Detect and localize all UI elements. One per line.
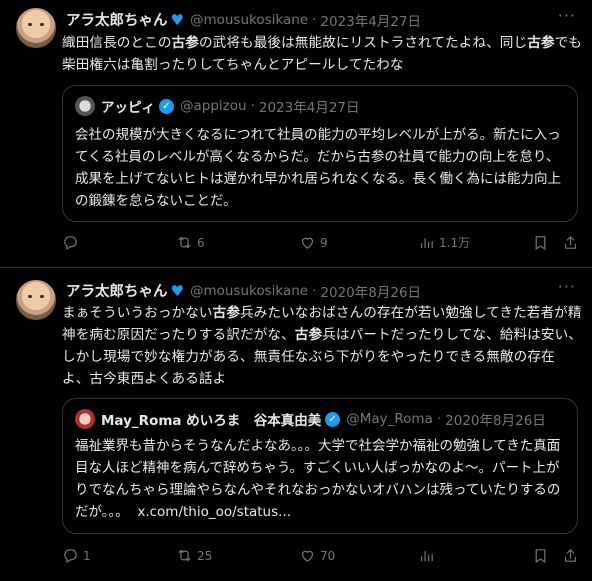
avatar[interactable] — [16, 280, 56, 320]
retweet-button[interactable]: 25 — [176, 547, 212, 564]
like-icon — [301, 237, 314, 249]
highlight-term: 古参 — [527, 35, 555, 51]
highlight-term: 古参 — [294, 327, 323, 343]
quote-author-name: アッピィ — [101, 100, 155, 116]
author-handle[interactable]: @mousukosikane — [190, 283, 308, 299]
retweet-icon — [178, 236, 191, 249]
avatar[interactable] — [16, 8, 56, 48]
verified-icon: ✓ — [159, 98, 174, 114]
separator-dot: · — [312, 282, 317, 299]
quoted-tweet[interactable]: May_Roma めいろま 谷本真由美 ✓ @May_Roma · 2020年8… — [62, 398, 578, 534]
bookmark-icon — [535, 549, 546, 564]
tweet[interactable]: アラ太郎ちゃん ♥ @mousukosikane · 2020年8月26日 ··… — [0, 268, 592, 581]
view-count: 1.1万 — [439, 236, 471, 250]
author-handle[interactable]: @mousukosikane — [190, 12, 308, 28]
bookmark-button[interactable] — [532, 234, 549, 251]
author-name[interactable]: アラ太郎ちゃん — [66, 280, 168, 301]
views-icon — [420, 238, 433, 249]
separator-dot: · — [250, 98, 255, 114]
reply-count: 1 — [83, 548, 91, 563]
quote-date: 2023年4月27日 — [258, 100, 360, 116]
text-segment: の武将も最後は無能故にリストラされてたよね、同じ — [198, 35, 528, 51]
quote-author-handle: @appizou — [180, 98, 247, 114]
views-icon — [420, 551, 433, 562]
avatar-eye — [28, 295, 32, 298]
reply-button[interactable]: 1 — [62, 547, 91, 564]
more-options-icon[interactable]: ··· — [558, 277, 576, 296]
bookmark-icon — [535, 236, 546, 251]
share-icon — [564, 235, 577, 249]
heart-icon: ♥ — [170, 10, 184, 29]
bookmark-button[interactable] — [532, 547, 549, 564]
share-icon — [564, 548, 577, 562]
heart-icon: ♥ — [170, 281, 184, 300]
retweet-button[interactable]: 6 — [176, 234, 205, 251]
reply-icon — [64, 236, 77, 250]
retweet-count: 6 — [197, 235, 205, 250]
like-icon — [301, 550, 314, 562]
views-button[interactable] — [418, 547, 439, 564]
tweet-text: まぁそういうおっかない古参兵みたいなおばさんの存在が若い勉強してきた若者が精神を… — [62, 302, 582, 390]
like-count: 9 — [320, 235, 328, 250]
quote-text: 会社の規模が大きくなるにつれて社員の能力の平均レベルが上がる。新たに入ってくる社… — [75, 127, 561, 209]
like-count: 70 — [320, 548, 336, 563]
quoted-tweet[interactable]: アッピィ ✓ @appizou · 2023年4月27日 会社の規模が大きくなる… — [62, 85, 578, 222]
tweet-header: アラ太郎ちゃん ♥ @mousukosikane · 2023年4月27日 — [66, 9, 421, 30]
tweet-date[interactable]: 2020年8月26日 — [320, 281, 421, 301]
avatar-eye — [40, 23, 44, 26]
quote-avatar — [75, 96, 95, 116]
quote-author-name: May_Roma めいろま 谷本真由美 — [101, 413, 322, 429]
separator-dot: · — [436, 411, 442, 427]
reply-button[interactable] — [62, 234, 83, 251]
tweet[interactable]: アラ太郎ちゃん ♥ @mousukosikane · 2023年4月27日 ··… — [0, 0, 592, 268]
retweet-count: 25 — [197, 548, 213, 563]
like-button[interactable]: 9 — [299, 234, 328, 251]
highlight-term: 古参 — [171, 35, 199, 51]
avatar-eye — [40, 295, 44, 298]
tweet-text: 織田信長のとこの古参の武将も最後は無能故にリストラされてたよね、同じ古参でも柴田… — [62, 32, 582, 76]
author-name[interactable]: アラ太郎ちゃん — [66, 9, 168, 30]
quote-header: アッピィ ✓ @appizou · 2023年4月27日 — [75, 96, 360, 116]
quote-avatar — [75, 409, 95, 429]
reply-icon — [64, 549, 77, 563]
highlight-term: 古参 — [212, 305, 241, 321]
views-button[interactable]: 1.1万 — [418, 234, 470, 251]
text-segment: まぁそういうおっかない — [62, 305, 213, 321]
quote-link[interactable]: x.com/thio_oo/status... — [137, 504, 291, 520]
share-button[interactable] — [562, 234, 579, 251]
avatar-eye — [28, 23, 32, 26]
verified-icon: ✓ — [325, 411, 341, 427]
quote-author-handle: @May_Roma — [346, 411, 433, 427]
quote-header: May_Roma めいろま 谷本真由美 ✓ @May_Roma · 2020年8… — [75, 409, 546, 429]
like-button[interactable]: 70 — [299, 547, 335, 564]
text-segment: 織田信長のとこの — [62, 35, 172, 51]
quote-text: 福祉業界も昔からそうなんだよなあ。。。大学で社会学か福祉の勉強してきた真面目な人… — [75, 435, 565, 523]
quote-date: 2020年8月26日 — [445, 413, 546, 429]
tweet-actions: 6 9 1.1万 — [62, 234, 582, 256]
separator-dot: · — [312, 11, 317, 28]
tweet-actions: 1 25 70 — [62, 547, 582, 569]
more-options-icon[interactable]: ··· — [558, 6, 576, 25]
share-button[interactable] — [562, 547, 579, 564]
tweet-date[interactable]: 2023年4月27日 — [320, 10, 421, 30]
tweet-header: アラ太郎ちゃん ♥ @mousukosikane · 2020年8月26日 — [66, 280, 421, 301]
retweet-icon — [178, 549, 191, 562]
